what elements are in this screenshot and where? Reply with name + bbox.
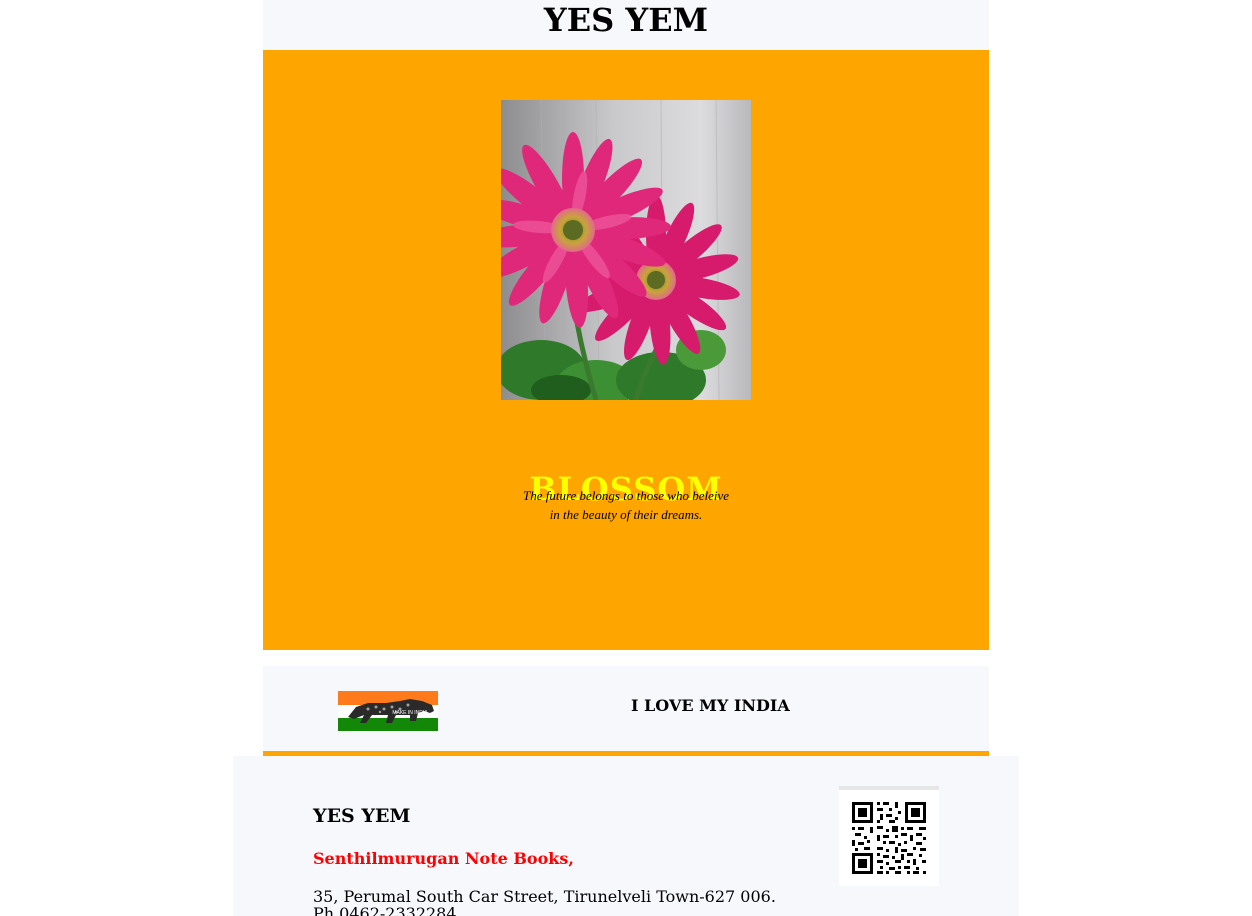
site-header: YES YEM — [263, 0, 989, 50]
hero-quote-line2: in the beauty of their dreams. — [549, 507, 703, 522]
hero-banner: BLOSSOM The future belongs to those who … — [263, 50, 989, 650]
make-in-india-logo-text: MAKE IN INDIA — [392, 710, 428, 716]
footer-phone: Ph.0462-2332284 — [313, 904, 457, 916]
make-in-india-logo-icon: MAKE IN INDIA — [338, 691, 438, 731]
footer-address: 35, Perumal South Car Street, Tirunelvel… — [313, 887, 776, 906]
india-strip: MAKE IN INDIA I LOVE MY INDIA — [263, 666, 989, 756]
i-love-my-india-text: I LOVE MY INDIA — [631, 696, 790, 715]
gerbera-flower-image — [501, 100, 751, 400]
footer-company-name: Senthilmurugan Note Books, — [313, 849, 574, 868]
hero-quote: The future belongs to those who beleive … — [263, 486, 989, 524]
footer-brand: YES YEM — [313, 805, 411, 827]
footer: YES YEM Senthilmurugan Note Books, 35, P… — [233, 756, 1019, 916]
hero-quote-line1: The future belongs to those who beleive — [522, 488, 730, 503]
site-title: YES YEM — [543, 1, 709, 39]
qr-code-icon — [839, 786, 939, 886]
